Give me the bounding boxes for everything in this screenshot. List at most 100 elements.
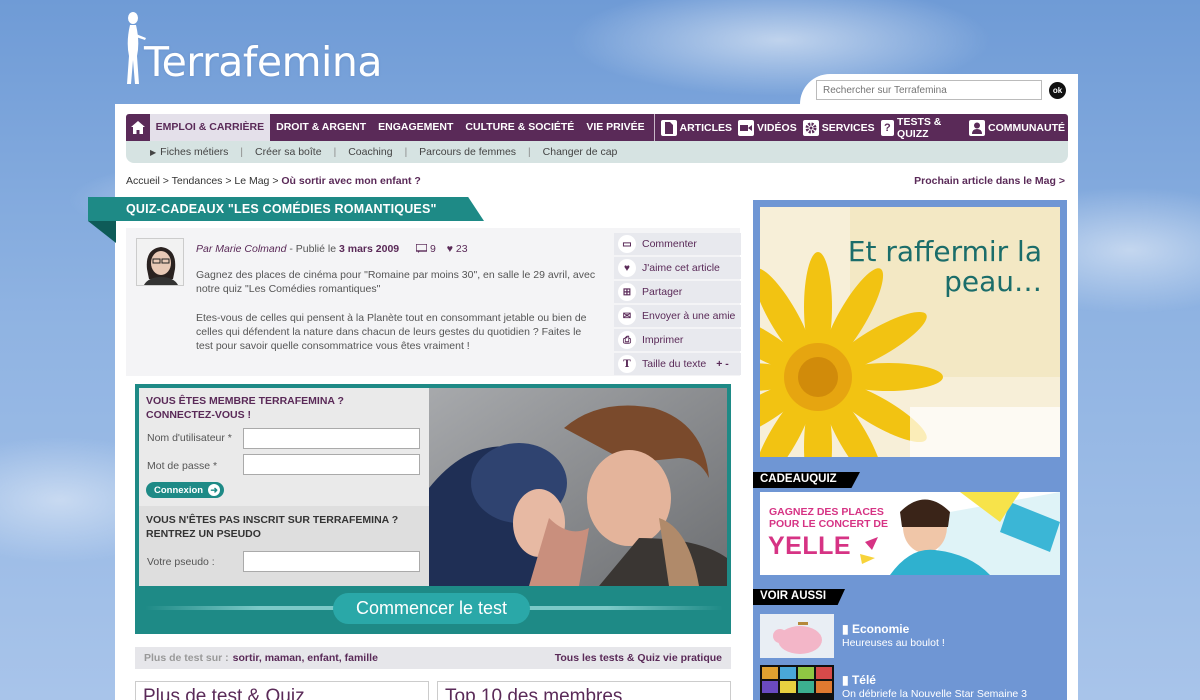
tool-label: Taille du texte <box>642 358 707 370</box>
nav-item-droit[interactable]: DROIT & ARGENT <box>270 114 372 141</box>
comment-button[interactable]: ▭ Commenter <box>614 233 741 255</box>
envelope-icon: ✉ <box>618 307 636 325</box>
like-count-value: 23 <box>455 243 468 255</box>
ad-yelle-headline: GAGNEZ DES PLACES POUR LE CONCERT DE <box>769 506 888 530</box>
document-icon: ▮ <box>842 622 849 636</box>
nav-item-emploi[interactable]: EMPLOI & CARRIÈRE <box>149 114 271 141</box>
comment-icon: ▭ <box>618 235 636 253</box>
tv-grid-thumbnail <box>760 665 834 700</box>
author-avatar[interactable] <box>136 238 184 286</box>
share-button[interactable]: ⊞ Partager <box>614 281 741 303</box>
author-photo <box>137 239 183 285</box>
tool-label: Envoyer à une amie <box>642 310 736 322</box>
gear-icon <box>802 119 819 136</box>
user-icon <box>969 119 985 136</box>
ad-yelle-concert[interactable]: GAGNEZ DES PLACES POUR LE CONCERT DE YEL… <box>760 492 1060 575</box>
published-label: - Publié le <box>286 243 339 255</box>
login-panel: VOUS ÊTES MEMBRE TERRAFEMINA ? CONNECTEZ… <box>139 388 429 586</box>
author-name[interactable]: Par Marie Colmand <box>196 243 286 255</box>
comment-count-value: 9 <box>429 243 436 255</box>
subnav-item-changer[interactable]: Changer de cap <box>543 146 618 158</box>
see-also-item[interactable]: ▮ Economie Heureuses au boulot ! <box>760 614 1060 660</box>
subnav-item-coaching[interactable]: Coaching <box>348 146 392 158</box>
username-label: Nom d'utilisateur * <box>147 432 232 444</box>
divider: | <box>333 146 337 158</box>
nav-item-vie-privee[interactable]: VIE PRIVÉE <box>580 114 650 141</box>
home-icon <box>130 121 145 134</box>
breadcrumb-trail[interactable]: Accueil > Tendances > Le Mag > <box>126 175 281 187</box>
heart-icon: ♥ <box>446 243 453 255</box>
text-size-control: T Taille du texte + - <box>614 353 741 375</box>
article-byline: Par Marie Colmand - Publié le 3 mars 200… <box>196 243 468 255</box>
subnav-item-parcours[interactable]: Parcours de femmes <box>419 146 516 158</box>
divider: | <box>240 146 244 158</box>
nav-section-label: COMMUNAUTÉ <box>988 121 1065 134</box>
piggy-bank-thumbnail <box>760 614 834 658</box>
guest-title: VOUS N'ÊTES PAS INSCRIT SUR TERRAFEMINA … <box>146 514 399 526</box>
comment-count[interactable]: 9 <box>415 243 439 255</box>
nav-section-services[interactable]: SERVICES <box>800 114 878 141</box>
tool-label: Commenter <box>642 238 697 250</box>
send-to-friend-button[interactable]: ✉ Envoyer à une amie <box>614 305 741 327</box>
password-input[interactable] <box>243 454 420 475</box>
nav-divider <box>653 114 655 141</box>
printer-icon: ⎙ <box>618 331 636 349</box>
member-title: VOUS ÊTES MEMBRE TERRAFEMINA ? <box>146 395 344 407</box>
main-nav: EMPLOI & CARRIÈRE DROIT & ARGENT ENGAGEM… <box>126 114 1068 141</box>
page-title: QUIZ-CADEAUX "LES COMÉDIES ROMANTIQUES" <box>126 202 437 216</box>
see-also-item[interactable]: ▮ Télé On débriefe la Nouvelle Star Sema… <box>760 665 1060 700</box>
nav-section-label: VIDÉOS <box>757 121 797 134</box>
nav-section-tests[interactable]: ? TESTS & QUIZZ <box>878 114 966 141</box>
ad-yelle-line1: GAGNEZ DES PLACES <box>769 506 884 518</box>
guest-subtitle: RENTREZ UN PSEUDO <box>146 528 261 540</box>
see-also-category-text: Télé <box>851 673 876 687</box>
nav-section-videos[interactable]: VIDÉOS <box>735 114 800 141</box>
ad-yelle-line2: POUR LE CONCERT DE <box>769 518 889 530</box>
nav-item-engagement[interactable]: ENGAGEMENT <box>372 114 459 141</box>
start-test-button[interactable]: Commencer le test <box>333 593 530 624</box>
text-size-buttons[interactable]: + - <box>716 358 729 370</box>
search-ok-button[interactable]: ok <box>1049 82 1066 99</box>
home-button[interactable] <box>126 114 150 141</box>
share-icon: ⊞ <box>618 283 636 301</box>
subnav-item-fiches[interactable]: Fiches métiers <box>160 146 228 158</box>
tags-bar: Plus de test sur : sortir, maman, enfant… <box>135 647 731 669</box>
connect-button[interactable]: Connexion ➜ <box>146 482 225 498</box>
tags-label: Plus de test sur : <box>144 652 229 664</box>
video-camera-icon <box>738 119 755 136</box>
nav-section-communaute[interactable]: COMMUNAUTÉ <box>966 114 1068 141</box>
more-tests-box: Plus de test & Quiz <box>135 681 429 700</box>
all-tests-link[interactable]: Tous les tests & Quiz vie pratique <box>555 652 722 664</box>
like-count[interactable]: ♥ 23 <box>447 243 468 255</box>
like-button[interactable]: ♥ J'aime cet article <box>614 257 741 279</box>
username-input[interactable] <box>243 428 420 449</box>
breadcrumb: Accueil > Tendances > Le Mag > Où sortir… <box>126 175 421 187</box>
next-article-link[interactable]: Prochain article dans le Mag > <box>914 175 1065 187</box>
pseudo-label: Votre pseudo : <box>147 556 215 568</box>
see-also-category-text: Economie <box>851 622 910 636</box>
publish-date: 3 mars 2009 <box>338 243 400 255</box>
tags-values[interactable]: sortir, maman, enfant, famille <box>233 652 378 664</box>
breadcrumb-current[interactable]: Où sortir avec mon enfant ? <box>281 175 420 187</box>
ad-banner-skin[interactable]: Et raffermir la peau… <box>760 207 1060 457</box>
subnav-item-creer[interactable]: Créer sa boîte <box>255 146 322 158</box>
nav-section-label: SERVICES <box>821 121 875 134</box>
top-members-box: Top 10 des membres <box>437 681 731 700</box>
see-also-category: ▮ Télé <box>842 673 876 687</box>
sub-nav: ▶ Fiches métiers | Créer sa boîte | Coac… <box>126 141 1068 163</box>
nav-section-articles[interactable]: ARTICLES <box>658 114 736 141</box>
nav-item-culture[interactable]: CULTURE & SOCIÉTÉ <box>459 114 580 141</box>
comment-icon <box>415 243 428 253</box>
cadeauquiz-label: CADEAUQUIZ <box>753 472 860 488</box>
document-icon <box>660 119 677 136</box>
page-title-band: QUIZ-CADEAUX "LES COMÉDIES ROMANTIQUES" <box>88 197 484 221</box>
chevron-right-icon: ▶ <box>150 147 157 157</box>
heart-icon: ♥ <box>618 259 636 277</box>
tool-label: Imprimer <box>642 334 684 346</box>
voir-aussi-label: VOIR AUSSI <box>753 589 845 605</box>
see-also-title: On débriefe la Nouvelle Star Semaine 3 <box>842 688 1028 700</box>
search-input[interactable] <box>816 80 1042 100</box>
print-button[interactable]: ⎙ Imprimer <box>614 329 741 351</box>
couple-kissing-image <box>429 388 727 586</box>
pseudo-input[interactable] <box>243 551 420 572</box>
